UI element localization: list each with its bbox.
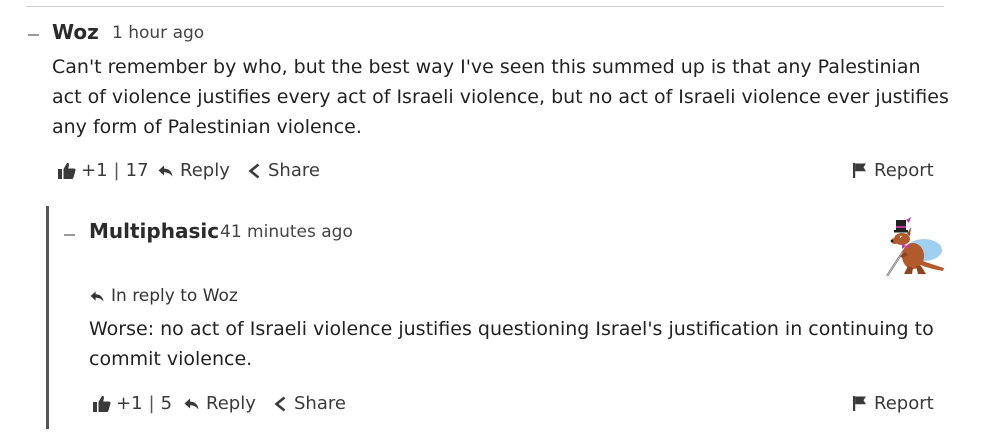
- upvote-button[interactable]: +1 | 17: [58, 160, 149, 181]
- upvote-label: +1: [116, 393, 143, 414]
- reply-arrow-icon: [90, 290, 104, 302]
- score-count: 5: [160, 393, 173, 414]
- share-button[interactable]: Share: [248, 160, 320, 181]
- report-label: Report: [874, 393, 934, 414]
- upvote-label: +1: [81, 160, 108, 181]
- avatar[interactable]: [880, 216, 946, 278]
- reply-label: Reply: [206, 393, 256, 414]
- reply-arrow-icon: [158, 165, 173, 176]
- reply-label: Reply: [180, 160, 230, 181]
- reply-button[interactable]: Reply: [158, 160, 230, 181]
- share-label: Share: [294, 393, 346, 414]
- flag-icon: [853, 396, 866, 411]
- reply-button[interactable]: Reply: [184, 393, 256, 414]
- share-button[interactable]: Share: [274, 393, 346, 414]
- comment-body: Can't remember by who, but the best way …: [52, 56, 949, 138]
- collapse-icon[interactable]: [64, 234, 75, 236]
- upvote-button[interactable]: +1 | 5: [93, 393, 172, 414]
- thumbs-up-icon: [58, 162, 76, 179]
- collapse-icon[interactable]: [28, 34, 39, 36]
- thread-line: [46, 206, 49, 429]
- share-icon: [274, 395, 286, 412]
- comment-timestamp[interactable]: 41 minutes ago: [220, 222, 353, 242]
- thumbs-up-icon: [93, 395, 111, 412]
- score-count: 17: [125, 160, 149, 181]
- separator: |: [113, 160, 120, 181]
- reply-arrow-icon: [184, 398, 199, 409]
- comment-timestamp[interactable]: 1 hour ago: [112, 23, 204, 43]
- separator: |: [148, 393, 155, 414]
- top-divider: [26, 6, 944, 7]
- report-button[interactable]: Report: [853, 393, 934, 414]
- flag-icon: [853, 163, 866, 178]
- share-icon: [248, 162, 260, 179]
- comment-author[interactable]: Multiphasic: [89, 219, 219, 243]
- in-reply-to[interactable]: In reply to Woz: [90, 286, 238, 306]
- report-label: Report: [874, 160, 934, 181]
- report-button[interactable]: Report: [853, 160, 934, 181]
- comment-body: Worse: no act of Israeli violence justif…: [89, 318, 934, 370]
- comment-author[interactable]: Woz: [52, 20, 99, 44]
- in-reply-to-label: In reply to Woz: [111, 286, 238, 306]
- share-label: Share: [268, 160, 320, 181]
